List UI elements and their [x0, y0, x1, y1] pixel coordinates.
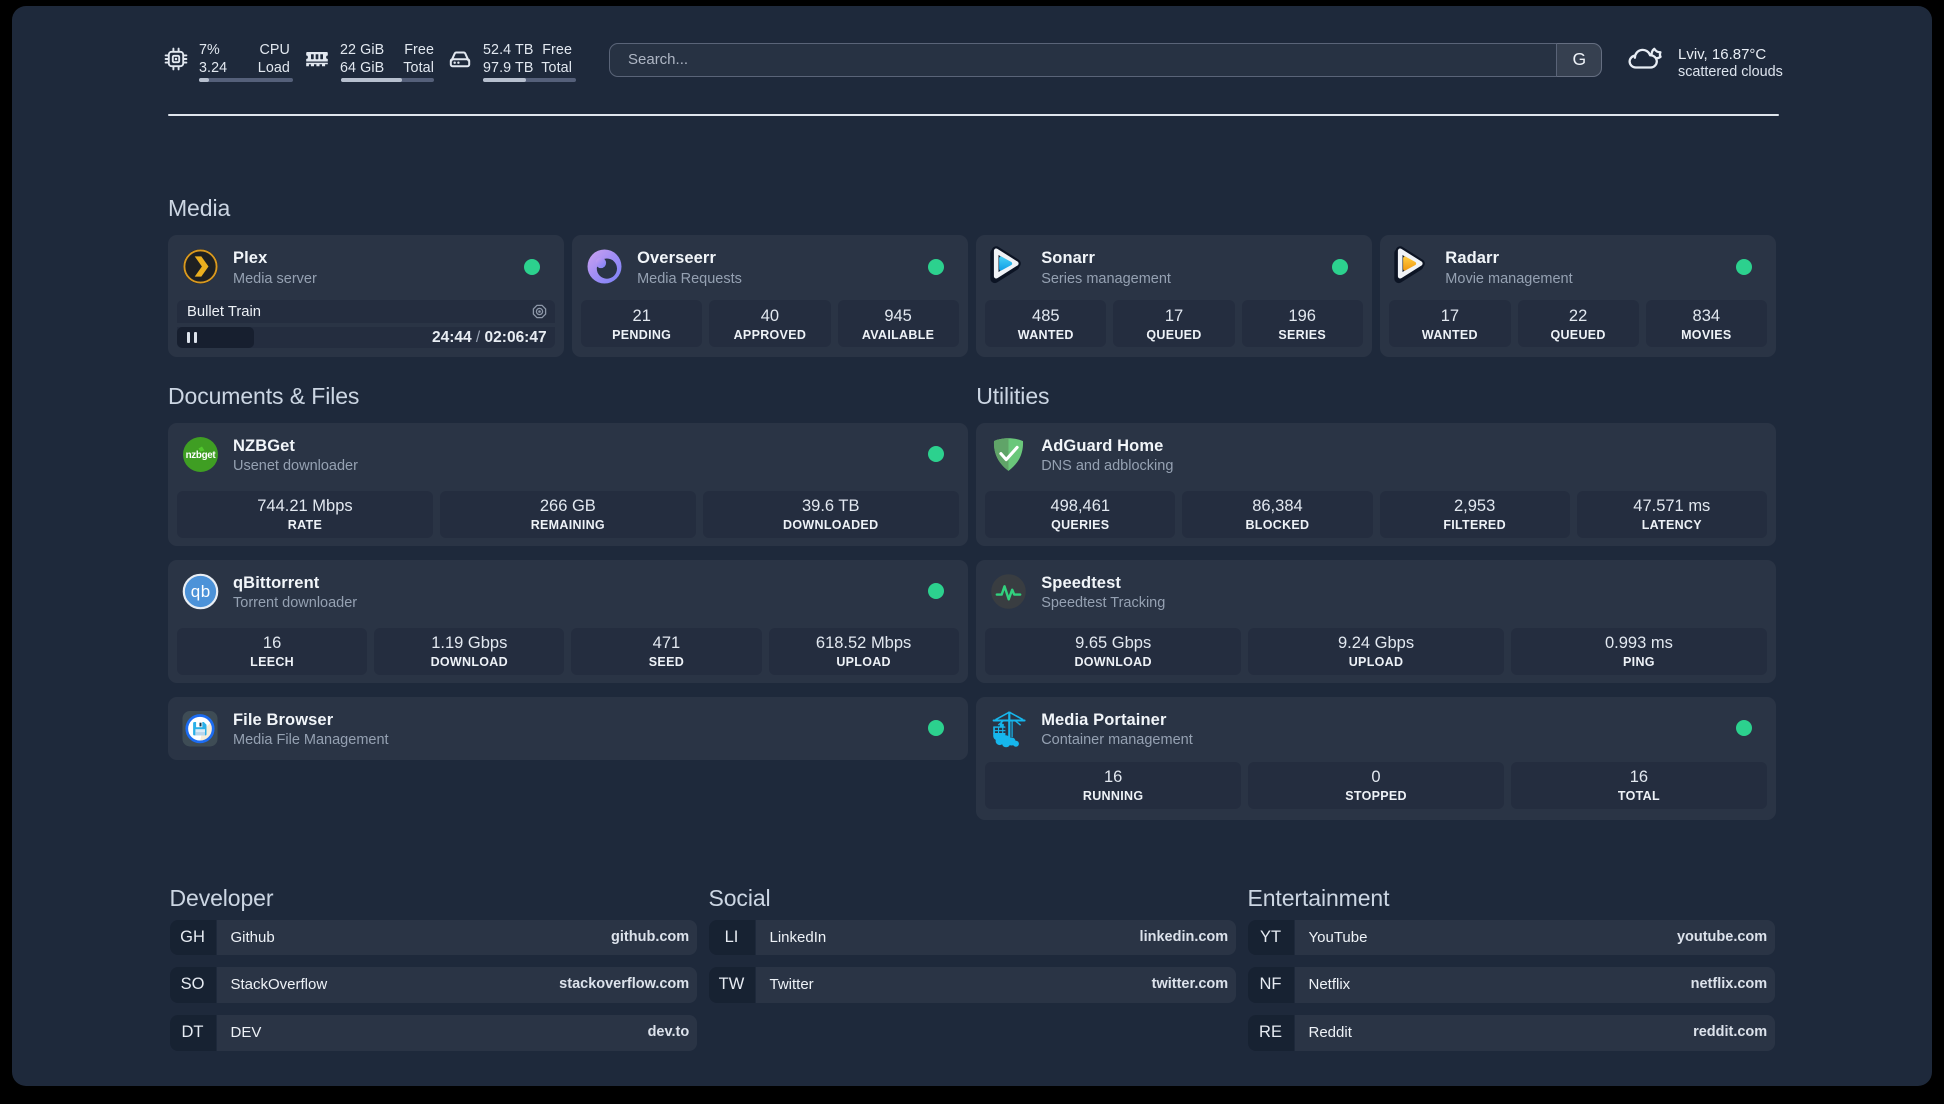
svg-text:nzbget: nzbget	[186, 450, 217, 461]
svg-text:qb: qb	[191, 582, 211, 601]
